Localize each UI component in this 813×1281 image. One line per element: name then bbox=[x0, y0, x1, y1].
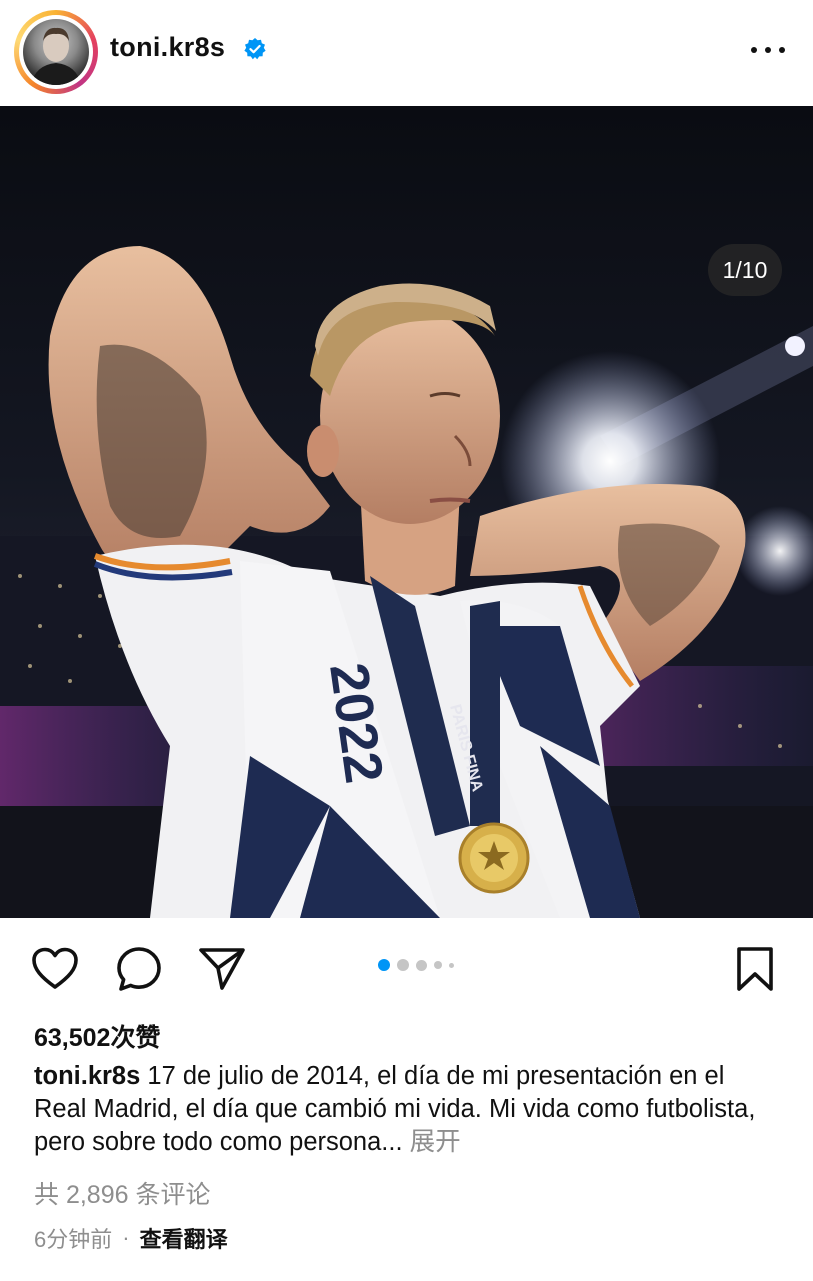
caption-username[interactable]: toni.kr8s bbox=[34, 1062, 140, 1090]
post-image[interactable]: 2022 PARIS FINA 1/10 bbox=[0, 106, 813, 918]
view-comments-link[interactable]: 共 2,896 条评论 bbox=[34, 1175, 210, 1211]
post-caption: toni.kr8s 17 de julio de 2014, el día de… bbox=[34, 1060, 779, 1159]
carousel-dot-active bbox=[378, 959, 390, 971]
carousel-dot bbox=[434, 961, 442, 969]
heart-icon[interactable] bbox=[30, 930, 80, 1008]
post-meta: 6分钟前 · 查看翻译 bbox=[34, 1222, 228, 1254]
verified-badge-icon bbox=[243, 37, 267, 61]
more-options-icon[interactable] bbox=[751, 36, 785, 64]
caption-text: 17 de julio de 2014, el día de mi presen… bbox=[34, 1062, 756, 1156]
bookmark-icon[interactable] bbox=[730, 930, 780, 1008]
see-translation-link[interactable]: 查看翻译 bbox=[140, 1222, 228, 1254]
story-ring[interactable] bbox=[14, 10, 98, 94]
meta-separator: · bbox=[122, 1225, 130, 1250]
carousel-dot bbox=[397, 959, 409, 971]
carousel-dot bbox=[416, 959, 427, 971]
comment-icon[interactable] bbox=[114, 930, 164, 1008]
avatar[interactable] bbox=[23, 19, 89, 85]
username-link[interactable]: toni.kr8s bbox=[110, 32, 225, 63]
action-bar bbox=[0, 930, 813, 1010]
carousel-dot bbox=[449, 962, 454, 968]
like-count[interactable]: 63,502次赞 bbox=[34, 1018, 160, 1054]
carousel-indicator bbox=[378, 959, 454, 971]
expand-caption-link[interactable]: 展开 bbox=[410, 1128, 461, 1156]
send-icon[interactable] bbox=[197, 930, 247, 1008]
post-timestamp: 6分钟前 bbox=[34, 1227, 113, 1252]
carousel-counter: 1/10 bbox=[708, 244, 782, 296]
post-header: toni.kr8s bbox=[0, 0, 813, 106]
